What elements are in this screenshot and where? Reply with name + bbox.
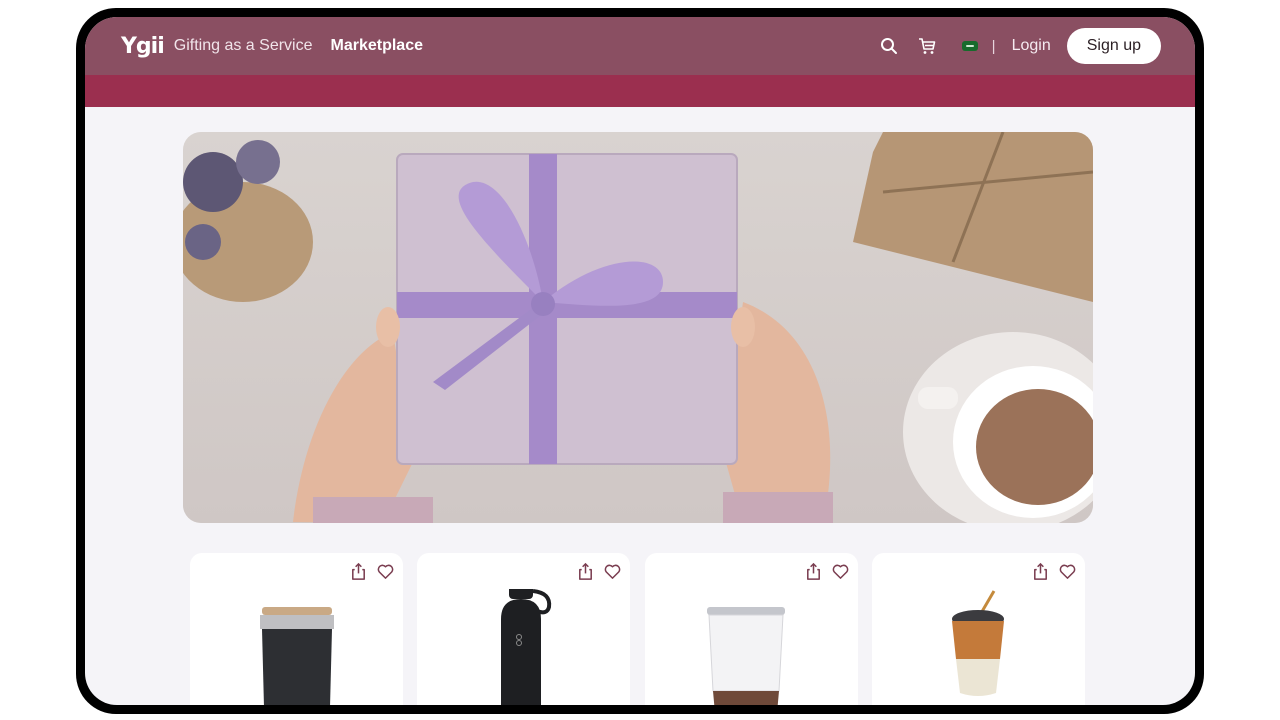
product-card[interactable] [872, 553, 1085, 705]
accent-bar [85, 75, 1195, 107]
signup-button[interactable]: Sign up [1066, 28, 1161, 64]
heart-icon[interactable] [376, 562, 395, 581]
country-flag-icon[interactable] [961, 41, 978, 51]
nav-gifting-as-a-service[interactable]: Gifting as a Service [174, 37, 313, 55]
share-icon[interactable] [349, 562, 368, 581]
gift-box-hero-image [183, 132, 1093, 523]
product-card[interactable] [417, 553, 630, 705]
hero-banner[interactable] [183, 132, 1093, 523]
search-icon[interactable] [878, 35, 900, 57]
heart-icon[interactable] [831, 562, 850, 581]
card-actions [576, 562, 622, 581]
card-actions [804, 562, 850, 581]
card-actions [349, 562, 395, 581]
ygii-logo[interactable]: Ygii [121, 34, 165, 59]
water-bottle-black [501, 589, 552, 705]
heart-icon[interactable] [1058, 562, 1077, 581]
share-icon[interactable] [804, 562, 823, 581]
tumbler-white-cork [707, 607, 785, 705]
heart-icon[interactable] [603, 562, 622, 581]
share-icon[interactable] [576, 562, 595, 581]
glass-cup-leather-sleeve [952, 590, 1004, 696]
product-card[interactable] [190, 553, 403, 705]
tumbler-cup-black [260, 607, 334, 705]
login-link[interactable]: Login [1012, 37, 1051, 55]
top-nav-bar: Ygii Gifting as a Service Marketplace | … [85, 17, 1195, 75]
header-divider: | [991, 37, 996, 55]
cart-icon[interactable] [916, 35, 938, 57]
share-icon[interactable] [1031, 562, 1050, 581]
nav-marketplace[interactable]: Marketplace [331, 37, 424, 55]
product-card[interactable] [645, 553, 858, 705]
device-frame: Ygii Gifting as a Service Marketplace | … [76, 8, 1204, 714]
card-actions [1031, 562, 1077, 581]
app-screen: Ygii Gifting as a Service Marketplace | … [85, 17, 1195, 705]
